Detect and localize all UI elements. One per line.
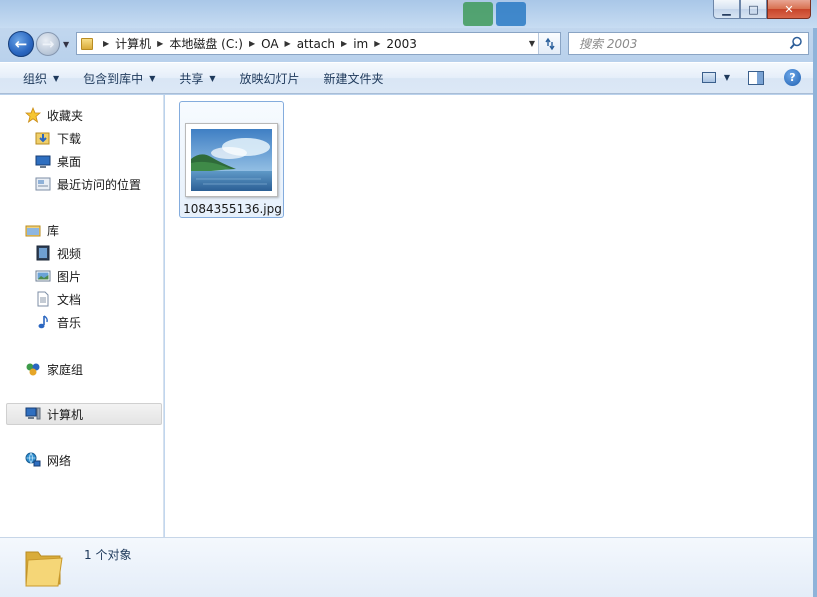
sidebar-label: 图片 (57, 269, 82, 284)
recent-places-icon (35, 177, 51, 191)
sidebar-label: 库 (47, 223, 60, 238)
preview-pane-icon[interactable] (748, 70, 764, 85)
breadcrumb-separator-icon[interactable]: ▶ (249, 39, 255, 48)
sidebar-item-favorites[interactable]: 收藏夹 (25, 105, 83, 125)
sidebar-item-downloads[interactable]: 下载 (35, 128, 81, 148)
forward-button[interactable]: → (36, 32, 60, 56)
close-button[interactable]: ✕ (767, 0, 811, 19)
sidebar-item-libraries[interactable]: 库 (25, 220, 59, 240)
sidebar-label: 视频 (57, 246, 82, 261)
file-name-label: 1084355136.jpg (183, 202, 282, 216)
document-icon (37, 291, 49, 307)
network-icon (25, 452, 41, 467)
minimize-button[interactable]: ▁ (713, 0, 740, 19)
star-icon (25, 107, 41, 123)
sidebar-item-desktop[interactable]: 桌面 (35, 151, 81, 171)
item-count-label: 1 个对象 (84, 548, 132, 562)
computer-icon (25, 407, 41, 420)
command-bar: 组织 ▼ 包含到库中 ▼ 共享 ▼ 放映幻灯片 新建文件夹 ▼ ? (0, 62, 813, 94)
desktop-background-tile (496, 2, 526, 26)
library-icon (25, 225, 41, 237)
new-folder-label: 新建文件夹 (323, 71, 384, 86)
image-thumbnail (191, 129, 272, 191)
music-note-icon (38, 315, 48, 329)
breadcrumb-item[interactable]: 2003 (386, 37, 417, 51)
sidebar-label: 网络 (47, 453, 72, 468)
sidebar-item-documents[interactable]: 文档 (35, 289, 81, 309)
sidebar-item-computer[interactable]: 计算机 (6, 403, 162, 425)
sidebar-label: 桌面 (57, 154, 82, 169)
sidebar-label: 家庭组 (47, 362, 84, 377)
pictures-icon (35, 270, 51, 282)
file-thumbnail-frame (185, 123, 278, 197)
homegroup-icon (26, 363, 40, 376)
sidebar-item-music[interactable]: 音乐 (35, 312, 81, 332)
navigation-bar: ← → ▼ ▶ 计算机 ▶ 本地磁盘 (C:) ▶ OA ▶ attach ▶ … (0, 30, 813, 58)
desktop-icon (35, 155, 51, 168)
sidebar-label: 文档 (57, 292, 82, 307)
help-button[interactable]: ? (784, 69, 801, 86)
chevron-down-icon: ▼ (149, 73, 156, 83)
breadcrumb-item[interactable]: OA (261, 37, 278, 51)
search-box[interactable] (568, 32, 809, 55)
navigation-pane: 收藏夹 下载 桌面 最近访问的位置 库 视频 图片 文档 音乐 家庭组 计算机 … (0, 95, 164, 537)
recent-pages-dropdown-icon[interactable]: ▼ (63, 40, 69, 49)
video-icon (36, 245, 50, 261)
sidebar-label: 最近访问的位置 (57, 177, 142, 192)
share-label: 共享 (179, 71, 204, 86)
back-button[interactable]: ← (8, 31, 34, 57)
sidebar-item-network[interactable]: 网络 (25, 450, 71, 470)
landscape-thumbnail-icon (191, 129, 272, 191)
organize-label: 组织 (23, 71, 48, 86)
new-folder-button[interactable]: 新建文件夹 (324, 70, 384, 87)
file-item[interactable]: 1084355136.jpg (179, 101, 284, 218)
breadcrumb-separator-icon[interactable]: ▶ (157, 39, 163, 48)
view-options-dropdown-icon[interactable]: ▼ (724, 73, 730, 82)
downloads-folder-icon (35, 132, 50, 145)
organize-button[interactable]: 组织 ▼ (23, 70, 59, 87)
sidebar-label: 下载 (57, 131, 82, 146)
breadcrumb-item[interactable]: im (353, 37, 368, 51)
sidebar-item-recent-places[interactable]: 最近访问的位置 (35, 174, 141, 194)
details-pane: 1 个对象 (0, 537, 813, 597)
file-list-area[interactable]: 1084355136.jpg (165, 95, 813, 537)
chevron-down-icon: ▼ (209, 73, 216, 83)
breadcrumb-item[interactable]: 计算机 (115, 35, 151, 52)
desktop-background-tile (463, 2, 493, 26)
change-view-icon[interactable] (701, 72, 716, 83)
folder-icon (81, 37, 93, 50)
search-input[interactable] (579, 36, 779, 51)
title-bar: ▁ □ ✕ (0, 0, 817, 28)
breadcrumb-separator-icon[interactable]: ▶ (374, 39, 380, 48)
chevron-down-icon: ▼ (53, 73, 60, 83)
sidebar-label: 计算机 (47, 407, 84, 422)
breadcrumb-separator-icon[interactable]: ▶ (103, 39, 109, 48)
sidebar-item-homegroup[interactable]: 家庭组 (25, 359, 83, 379)
sidebar-label: 收藏夹 (47, 108, 84, 123)
address-history-dropdown-icon[interactable]: ▼ (529, 39, 535, 48)
refresh-button[interactable] (538, 33, 560, 54)
breadcrumb-separator-icon[interactable]: ▶ (285, 39, 291, 48)
sidebar-item-pictures[interactable]: 图片 (35, 266, 81, 286)
slideshow-label: 放映幻灯片 (239, 71, 300, 86)
slideshow-button[interactable]: 放映幻灯片 (240, 70, 300, 87)
breadcrumb-item[interactable]: attach (297, 37, 335, 51)
refresh-icon (544, 37, 555, 50)
sidebar-item-videos[interactable]: 视频 (35, 243, 81, 263)
caption-buttons: ▁ □ ✕ (713, 0, 811, 19)
view-controls: ▼ ? (701, 69, 801, 86)
back-arrow-icon: ← (14, 35, 28, 53)
maximize-button[interactable]: □ (740, 0, 767, 19)
share-button[interactable]: 共享 ▼ (179, 70, 215, 87)
forward-arrow-icon: → (41, 35, 55, 53)
breadcrumb-item[interactable]: 本地磁盘 (C:) (169, 35, 243, 52)
explorer-window: ▁ □ ✕ ← → ▼ ▶ 计算机 ▶ 本地磁盘 (C:) ▶ OA ▶ att… (0, 0, 817, 597)
include-in-library-label: 包含到库中 (83, 71, 144, 86)
include-in-library-button[interactable]: 包含到库中 ▼ (83, 70, 155, 87)
breadcrumb-separator-icon[interactable]: ▶ (341, 39, 347, 48)
sidebar-label: 音乐 (57, 315, 82, 330)
folder-icon (25, 551, 63, 587)
address-bar[interactable]: ▶ 计算机 ▶ 本地磁盘 (C:) ▶ OA ▶ attach ▶ im ▶ 2… (76, 32, 561, 55)
search-icon[interactable] (789, 36, 803, 50)
